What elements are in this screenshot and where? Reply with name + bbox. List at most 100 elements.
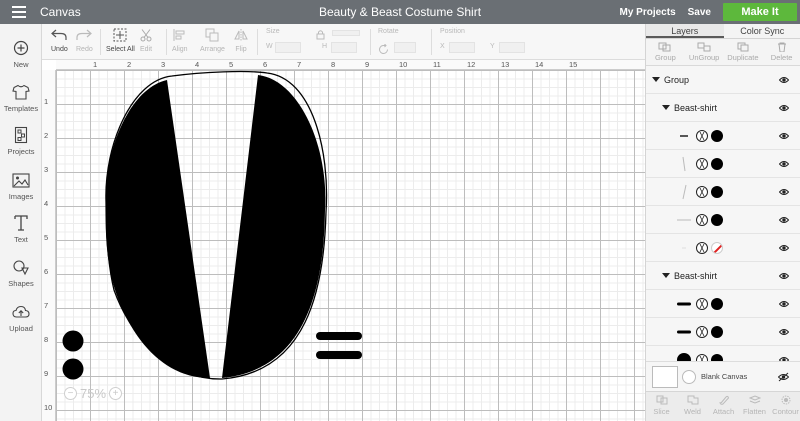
slice-button[interactable]: Slice [646,392,677,421]
layer-item-row[interactable] [646,206,800,234]
layer-color-swatch[interactable] [711,186,723,198]
hamburger-menu-icon[interactable] [8,0,30,24]
layer-color-swatch[interactable] [711,354,723,361]
collapse-triangle-icon[interactable] [652,77,660,82]
undo-button[interactable]: Undo [51,27,68,53]
eye-icon[interactable] [779,299,789,309]
size-stepper[interactable] [332,30,360,36]
make-it-button[interactable]: Make It [723,3,797,21]
cut-scissors-icon[interactable] [696,158,708,170]
layer-item-row[interactable] [646,150,800,178]
cut-scissors-icon[interactable] [696,298,708,310]
panel-tabs: Layers Color Sync [646,24,800,39]
align-menu-button[interactable]: Align [172,27,188,53]
right-jacket-panel[interactable] [222,75,326,378]
cut-scissors-icon[interactable] [696,186,708,198]
canvas-color-picker[interactable] [682,369,696,384]
contour-label: Contour [772,407,799,416]
layer-item-row[interactable] [646,318,800,346]
x-position-input[interactable] [449,42,475,53]
cut-scissors-icon[interactable] [696,326,708,338]
button-circle-top[interactable] [62,330,84,352]
rotate-input[interactable] [394,42,416,53]
ungroup-icon [697,42,711,52]
sidebar-item-text[interactable]: Text [0,213,42,253]
no-color-swatch[interactable] [711,242,723,254]
sidebar-item-images[interactable]: Images [0,170,42,210]
sidebar-item-shapes[interactable]: Shapes [0,257,42,297]
eye-icon[interactable] [779,131,789,141]
zoom-out-button[interactable]: − [64,387,77,400]
tab-color-sync[interactable]: Color Sync [724,24,800,38]
layers-panel: Layers Color Sync Group UnGroup Duplicat… [645,24,800,421]
layer-item-row[interactable] [646,234,800,262]
sidebar-item-new[interactable]: New [0,38,42,78]
blank-canvas-row[interactable]: Blank Canvas [646,361,800,391]
select-all-icon [113,27,127,43]
layer-item-row[interactable] [646,346,800,361]
collapse-triangle-icon[interactable] [662,105,670,110]
delete-button[interactable]: Delete [762,39,800,65]
eye-icon[interactable] [779,215,789,225]
eye-icon[interactable] [779,103,789,113]
collapse-triangle-icon[interactable] [662,273,670,278]
weld-button[interactable]: Weld [677,392,708,421]
zoom-in-button[interactable]: + [109,387,123,400]
eye-icon[interactable] [779,159,789,169]
attach-button[interactable]: Attach [708,392,739,421]
button-circle-bottom[interactable] [62,358,84,380]
flatten-label: Flatten [743,407,766,416]
layer-item-row[interactable] [646,178,800,206]
layer-actions: Group UnGroup Duplicate Delete [646,39,800,66]
select-all-button[interactable]: Select All [106,27,135,53]
flatten-button[interactable]: Flatten [739,392,770,421]
layer-color-swatch[interactable] [711,214,723,226]
sidebar-item-projects[interactable]: Projects [0,125,42,165]
layer-color-swatch[interactable] [711,326,723,338]
sidebar-item-upload[interactable]: Upload [0,302,42,342]
layer-color-swatch[interactable] [711,158,723,170]
edit-menu-button[interactable]: Edit [139,27,153,53]
flip-menu-button[interactable]: Flip [234,27,248,53]
layer-subgroup-row[interactable]: Beast-shirt [646,94,800,122]
cut-scissors-icon[interactable] [696,214,708,226]
redo-button[interactable]: Redo [76,27,93,53]
eye-icon[interactable] [779,243,789,253]
eye-icon[interactable] [779,187,789,197]
toolbar-divider [257,29,258,55]
image-icon [10,170,32,190]
eye-icon[interactable] [779,75,789,85]
tab-layers[interactable]: Layers [646,24,724,38]
contour-button[interactable]: Contour [770,392,800,421]
layer-subgroup-row[interactable]: Beast-shirt [646,262,800,290]
lock-icon[interactable] [316,26,325,42]
layer-item-row[interactable] [646,122,800,150]
cut-scissors-icon[interactable] [696,242,708,254]
layer-thumbnail [676,128,692,144]
weld-label: Weld [684,407,701,416]
save-button[interactable]: Save [688,7,711,18]
cuff-bar-top[interactable] [316,332,362,340]
y-position-input[interactable] [499,42,525,53]
canvas-color-swatch[interactable] [652,365,678,388]
layer-color-swatch[interactable] [711,298,723,310]
ungroup-button[interactable]: UnGroup [685,39,724,65]
width-input[interactable] [275,42,301,53]
eye-hidden-icon[interactable] [778,372,789,382]
duplicate-button[interactable]: Duplicate [724,39,763,65]
layer-item-row[interactable] [646,290,800,318]
sidebar-item-templates[interactable]: Templates [0,82,42,122]
cuff-bar-bottom[interactable] [316,351,362,359]
cut-scissors-icon[interactable] [696,130,708,142]
eye-icon[interactable] [779,327,789,337]
redo-label: Redo [76,46,93,53]
layer-color-swatch[interactable] [711,130,723,142]
cut-scissors-icon[interactable] [696,354,708,361]
group-button[interactable]: Group [646,39,685,65]
layer-group-row[interactable]: Group [646,66,800,94]
eye-icon[interactable] [779,271,789,281]
my-projects-link[interactable]: My Projects [620,7,676,18]
design-canvas[interactable]: 1 2 3 4 5 6 7 8 9 10 11 12 13 14 15 1 2 3 4 5 6 7 8 9 10 − 75% … [42,60,645,421]
arrange-menu-button[interactable]: Arrange [200,27,225,53]
height-input[interactable] [331,42,357,53]
